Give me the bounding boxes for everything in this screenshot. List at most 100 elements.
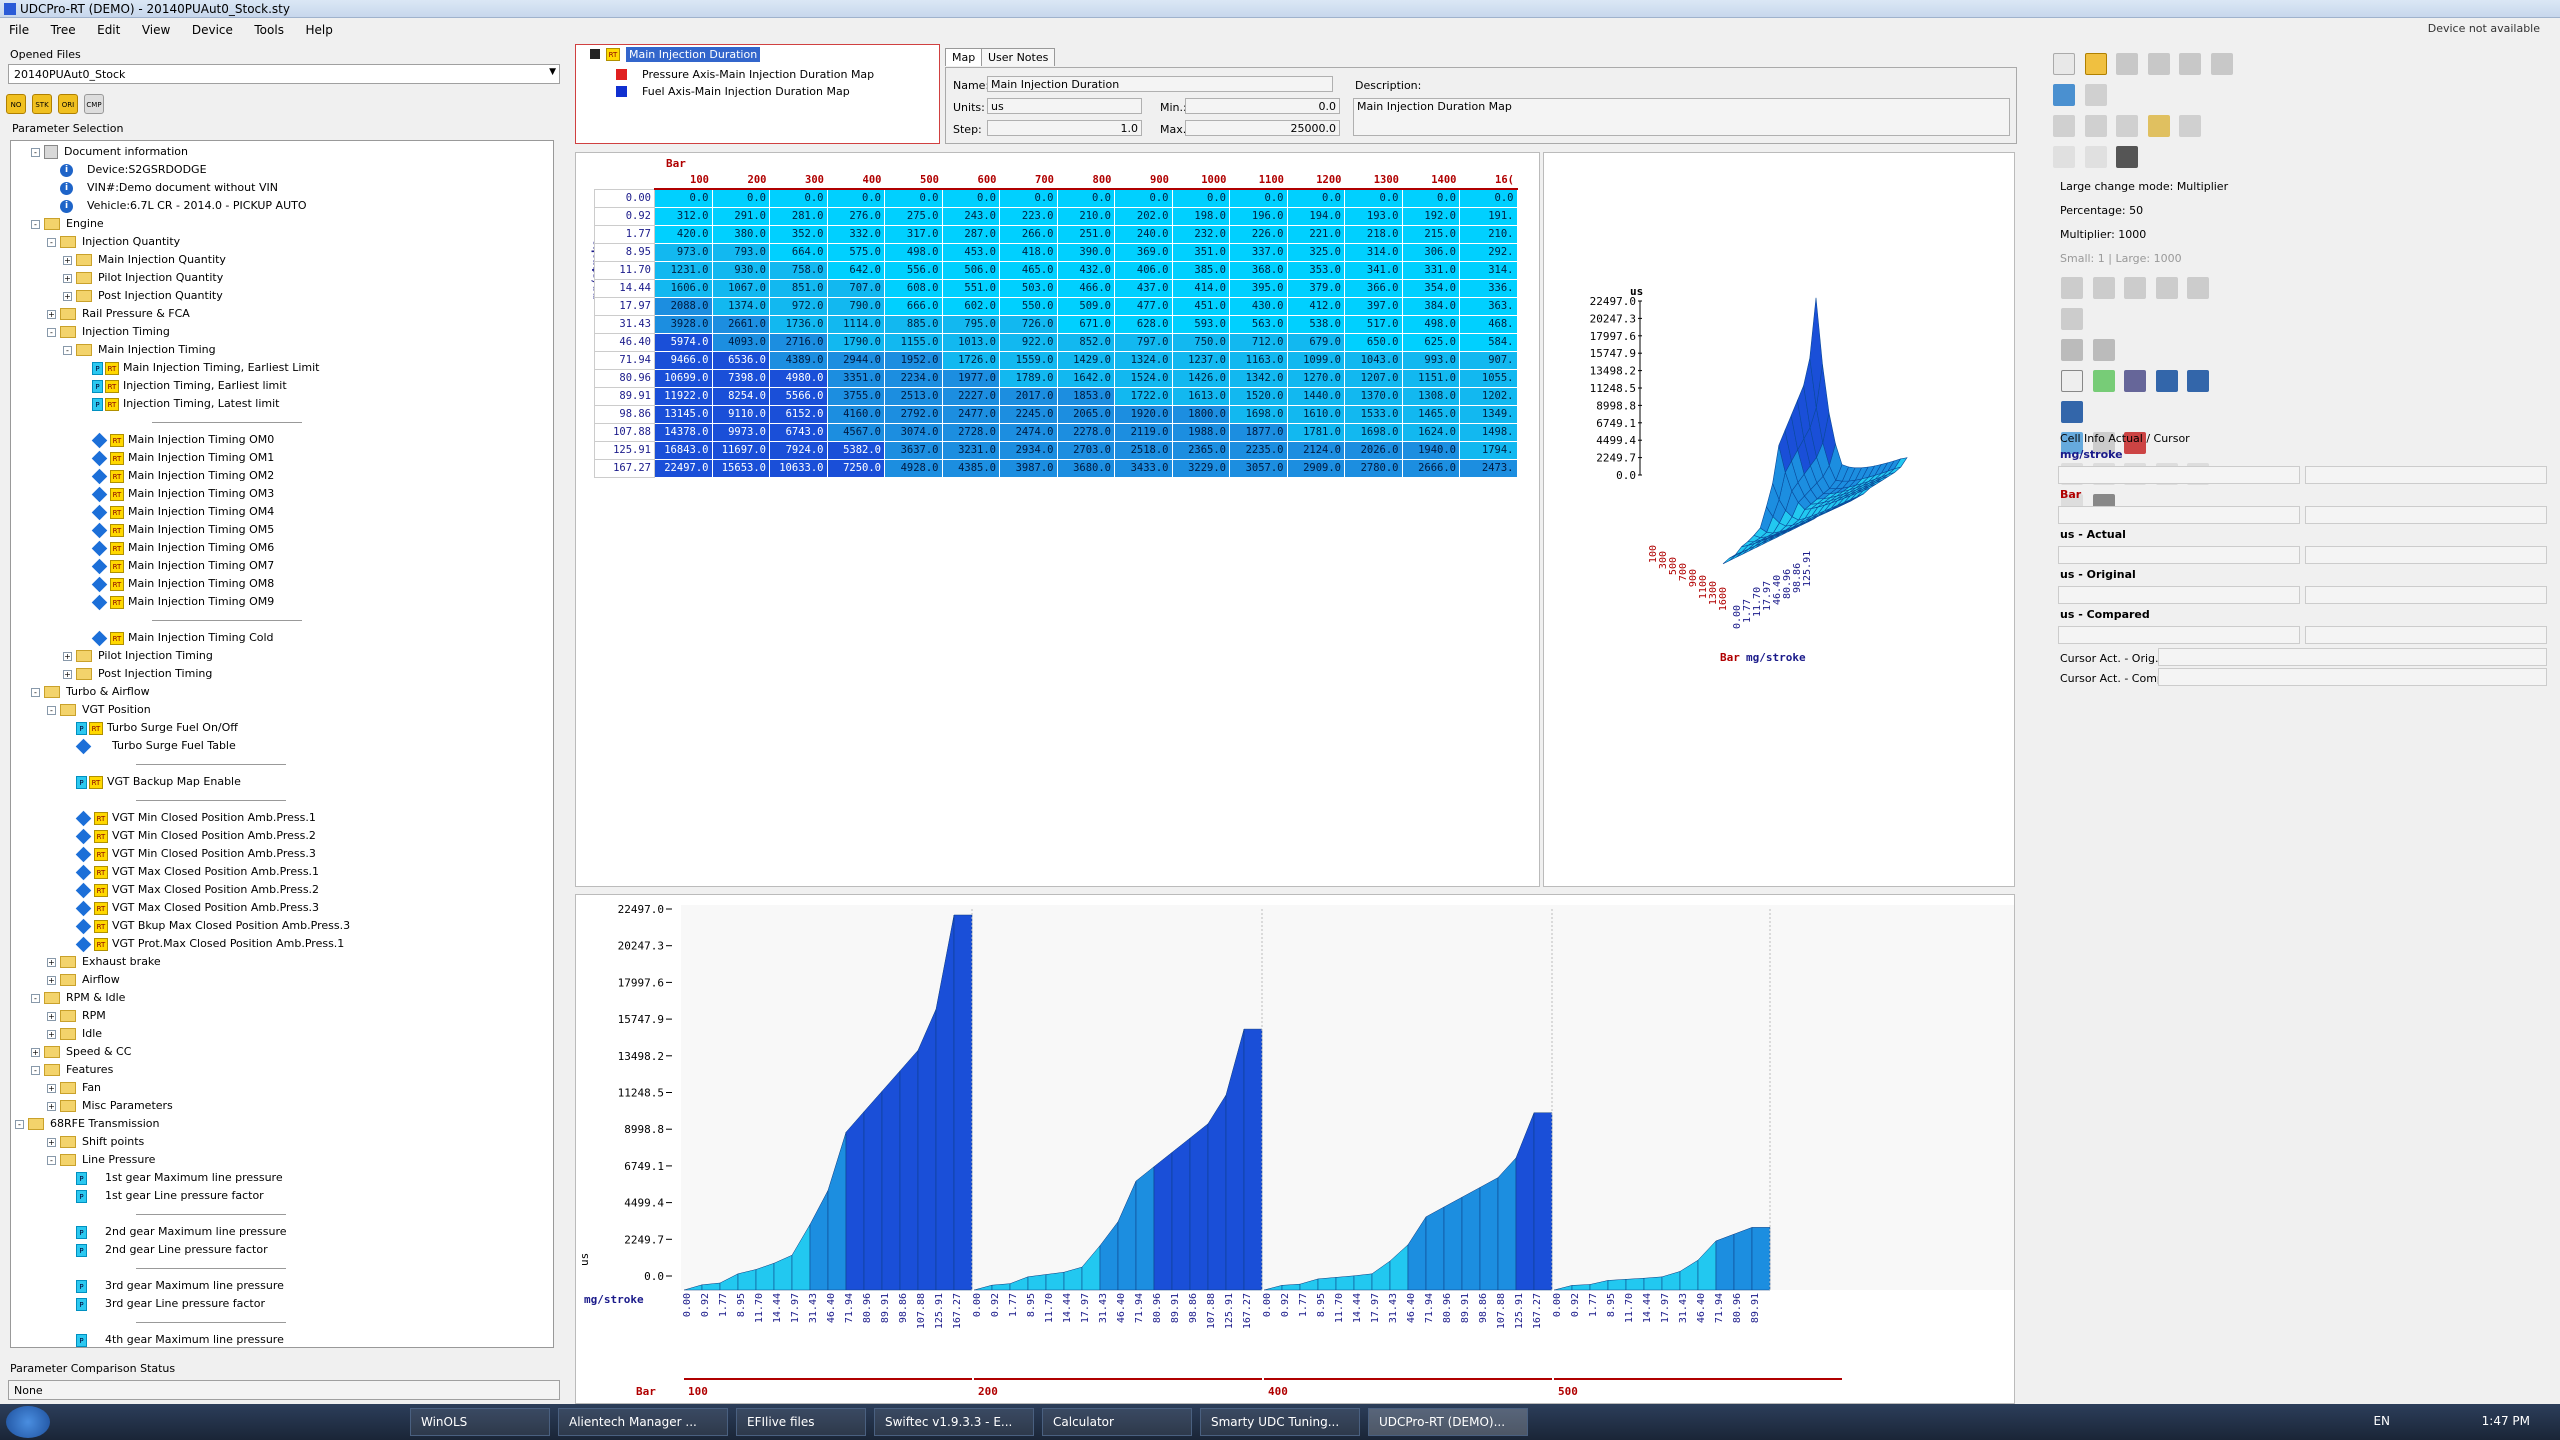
decrease-large-icon[interactable] bbox=[2061, 308, 2083, 330]
map-cell[interactable]: 0.0 bbox=[884, 188, 943, 208]
map-cell[interactable]: 3637.0 bbox=[884, 440, 943, 460]
save-as-icon[interactable] bbox=[2179, 53, 2201, 75]
map-cell[interactable]: 2227.0 bbox=[941, 386, 1000, 406]
map-cell[interactable]: 1736.0 bbox=[769, 314, 828, 334]
map-cell[interactable]: 1722.0 bbox=[1114, 386, 1173, 406]
max-field[interactable]: 25000.0 bbox=[1185, 120, 1340, 136]
map-cell[interactable]: 498.0 bbox=[884, 242, 943, 262]
map-cell[interactable]: 337.0 bbox=[1229, 242, 1288, 262]
map-cell[interactable]: 602.0 bbox=[941, 296, 1000, 316]
tree-item[interactable]: + Post Injection Quantity bbox=[63, 287, 223, 305]
map-cell[interactable]: 2780.0 bbox=[1344, 458, 1403, 478]
map-cell[interactable]: 907. bbox=[1459, 350, 1518, 370]
row-header[interactable]: 1.77 bbox=[594, 224, 655, 244]
map-cell[interactable]: 193.0 bbox=[1344, 206, 1403, 226]
map-cell[interactable]: 1114.0 bbox=[826, 314, 885, 334]
tree-item[interactable]: Turbo Surge Fuel Table bbox=[63, 737, 236, 755]
taskbar-item[interactable]: Swiftec v1.9.3.3 - E... bbox=[874, 1408, 1034, 1436]
map-cell[interactable]: 15653.0 bbox=[711, 458, 770, 478]
expand-toggle-icon[interactable]: + bbox=[47, 309, 56, 319]
map-cell[interactable]: 380.0 bbox=[711, 224, 770, 244]
map-cell[interactable]: 758.0 bbox=[769, 260, 828, 280]
tree-item[interactable]: RT Main Injection Timing OM8 bbox=[79, 575, 274, 593]
tree-item[interactable] bbox=[63, 1313, 286, 1331]
column-header[interactable]: 600 bbox=[942, 171, 1000, 190]
tree-item[interactable]: - VGT Position bbox=[47, 701, 151, 719]
column-header[interactable]: 500 bbox=[884, 171, 942, 190]
map-cell[interactable]: 3987.0 bbox=[999, 458, 1058, 478]
map-cell[interactable]: 885.0 bbox=[884, 314, 943, 334]
map-cell[interactable]: 2245.0 bbox=[999, 404, 1058, 424]
map-cell[interactable]: 266.0 bbox=[999, 224, 1058, 244]
map-cell[interactable]: 1324.0 bbox=[1114, 350, 1173, 370]
export-icon[interactable] bbox=[2210, 53, 2233, 75]
surface-icon[interactable] bbox=[2061, 401, 2083, 423]
map-cell[interactable]: 795.0 bbox=[941, 314, 1000, 334]
map-cell[interactable]: 2119.0 bbox=[1114, 422, 1173, 442]
map-cell[interactable]: 196.0 bbox=[1229, 206, 1288, 226]
map-cell[interactable]: 2065.0 bbox=[1056, 404, 1115, 424]
map-cell[interactable]: 2518.0 bbox=[1114, 440, 1173, 460]
tree-item[interactable]: i Vehicle:6.7L CR - 2014.0 - PICKUP AUTO bbox=[47, 197, 307, 215]
map-cell[interactable]: 1524.0 bbox=[1114, 368, 1173, 388]
expand-toggle-icon[interactable]: - bbox=[31, 687, 40, 697]
map-cell[interactable]: 1520.0 bbox=[1229, 386, 1288, 406]
map-cell[interactable]: 3074.0 bbox=[884, 422, 943, 442]
tree-item[interactable] bbox=[63, 1205, 286, 1223]
tree-item[interactable] bbox=[79, 611, 302, 629]
map-cell[interactable]: 0.0 bbox=[1171, 188, 1230, 208]
row-header[interactable]: 107.88 bbox=[594, 422, 655, 442]
map-cell[interactable]: 6743.0 bbox=[769, 422, 828, 442]
map-cell[interactable]: 625.0 bbox=[1401, 332, 1460, 352]
map-cell[interactable]: 226.0 bbox=[1229, 224, 1288, 244]
plus-minus-icon[interactable] bbox=[2092, 370, 2115, 392]
expand-toggle-icon[interactable]: - bbox=[31, 219, 40, 229]
decrease-icon[interactable] bbox=[2187, 277, 2209, 299]
tree-item[interactable]: - RPM & Idle bbox=[31, 989, 125, 1007]
tree-item[interactable]: i Device:S2GSRDODGE bbox=[47, 161, 207, 179]
increase-large-icon[interactable] bbox=[2092, 277, 2115, 299]
map-cell[interactable]: 498.0 bbox=[1401, 314, 1460, 334]
map-cell[interactable]: 223.0 bbox=[999, 206, 1058, 226]
tree-item[interactable]: + Post Injection Timing bbox=[63, 665, 212, 683]
row-header[interactable]: 0.00 bbox=[594, 188, 655, 208]
tree-item[interactable]: RT VGT Min Closed Position Amb.Press.3 bbox=[63, 845, 316, 863]
expand-toggle-icon[interactable]: - bbox=[31, 147, 40, 157]
map-cell[interactable]: 930.0 bbox=[711, 260, 770, 280]
map-cell[interactable]: 312.0 bbox=[654, 206, 713, 226]
map-cell[interactable]: 852.0 bbox=[1056, 332, 1115, 352]
tree-item[interactable]: RT Main Injection Timing OM7 bbox=[79, 557, 274, 575]
tree-item[interactable]: i VIN#:Demo document without VIN bbox=[47, 179, 278, 197]
map-cell[interactable]: 642.0 bbox=[826, 260, 885, 280]
tree-item[interactable]: P RT Main Injection Timing, Earliest Limit bbox=[79, 359, 319, 377]
new-icon[interactable] bbox=[2053, 53, 2075, 75]
tree-item[interactable]: + Speed & CC bbox=[31, 1043, 131, 1061]
map-cell[interactable]: 192.0 bbox=[1401, 206, 1460, 226]
row-header[interactable]: 11.70 bbox=[594, 260, 655, 280]
map-cell[interactable]: 2716.0 bbox=[769, 332, 828, 352]
map-cell[interactable]: 354.0 bbox=[1401, 278, 1460, 298]
map-cell[interactable]: 2474.0 bbox=[999, 422, 1058, 442]
map-cell[interactable]: 317.0 bbox=[884, 224, 943, 244]
map-cell[interactable]: 1559.0 bbox=[999, 350, 1058, 370]
tree-item[interactable]: P 4th gear Maximum line pressure bbox=[63, 1331, 284, 1347]
tree-item[interactable]: RT VGT Prot.Max Closed Position Amb.Press… bbox=[63, 935, 344, 953]
map-cell[interactable]: 726.0 bbox=[999, 314, 1058, 334]
map-cell[interactable]: 314.0 bbox=[1344, 242, 1403, 262]
map-cell[interactable]: 336. bbox=[1459, 278, 1518, 298]
map-cell[interactable]: 1370.0 bbox=[1344, 386, 1403, 406]
map-cell[interactable]: 851.0 bbox=[769, 278, 828, 298]
open-folder-icon[interactable] bbox=[2084, 53, 2107, 75]
map-cell[interactable]: 9973.0 bbox=[711, 422, 770, 442]
map-cell[interactable]: 191. bbox=[1459, 206, 1518, 226]
map-cell[interactable]: 406.0 bbox=[1114, 260, 1173, 280]
map-cell[interactable]: 437.0 bbox=[1114, 278, 1173, 298]
map-cell[interactable]: 11922.0 bbox=[654, 386, 713, 406]
map-cell[interactable]: 1270.0 bbox=[1286, 368, 1345, 388]
map-cell[interactable]: 0.0 bbox=[999, 188, 1058, 208]
map-cell[interactable]: 0.0 bbox=[1286, 188, 1345, 208]
column-header[interactable]: 700 bbox=[999, 171, 1057, 190]
map-cell[interactable]: 1465.0 bbox=[1401, 404, 1460, 424]
map-cell[interactable]: 972.0 bbox=[769, 296, 828, 316]
map-cell[interactable]: 3928.0 bbox=[654, 314, 713, 334]
